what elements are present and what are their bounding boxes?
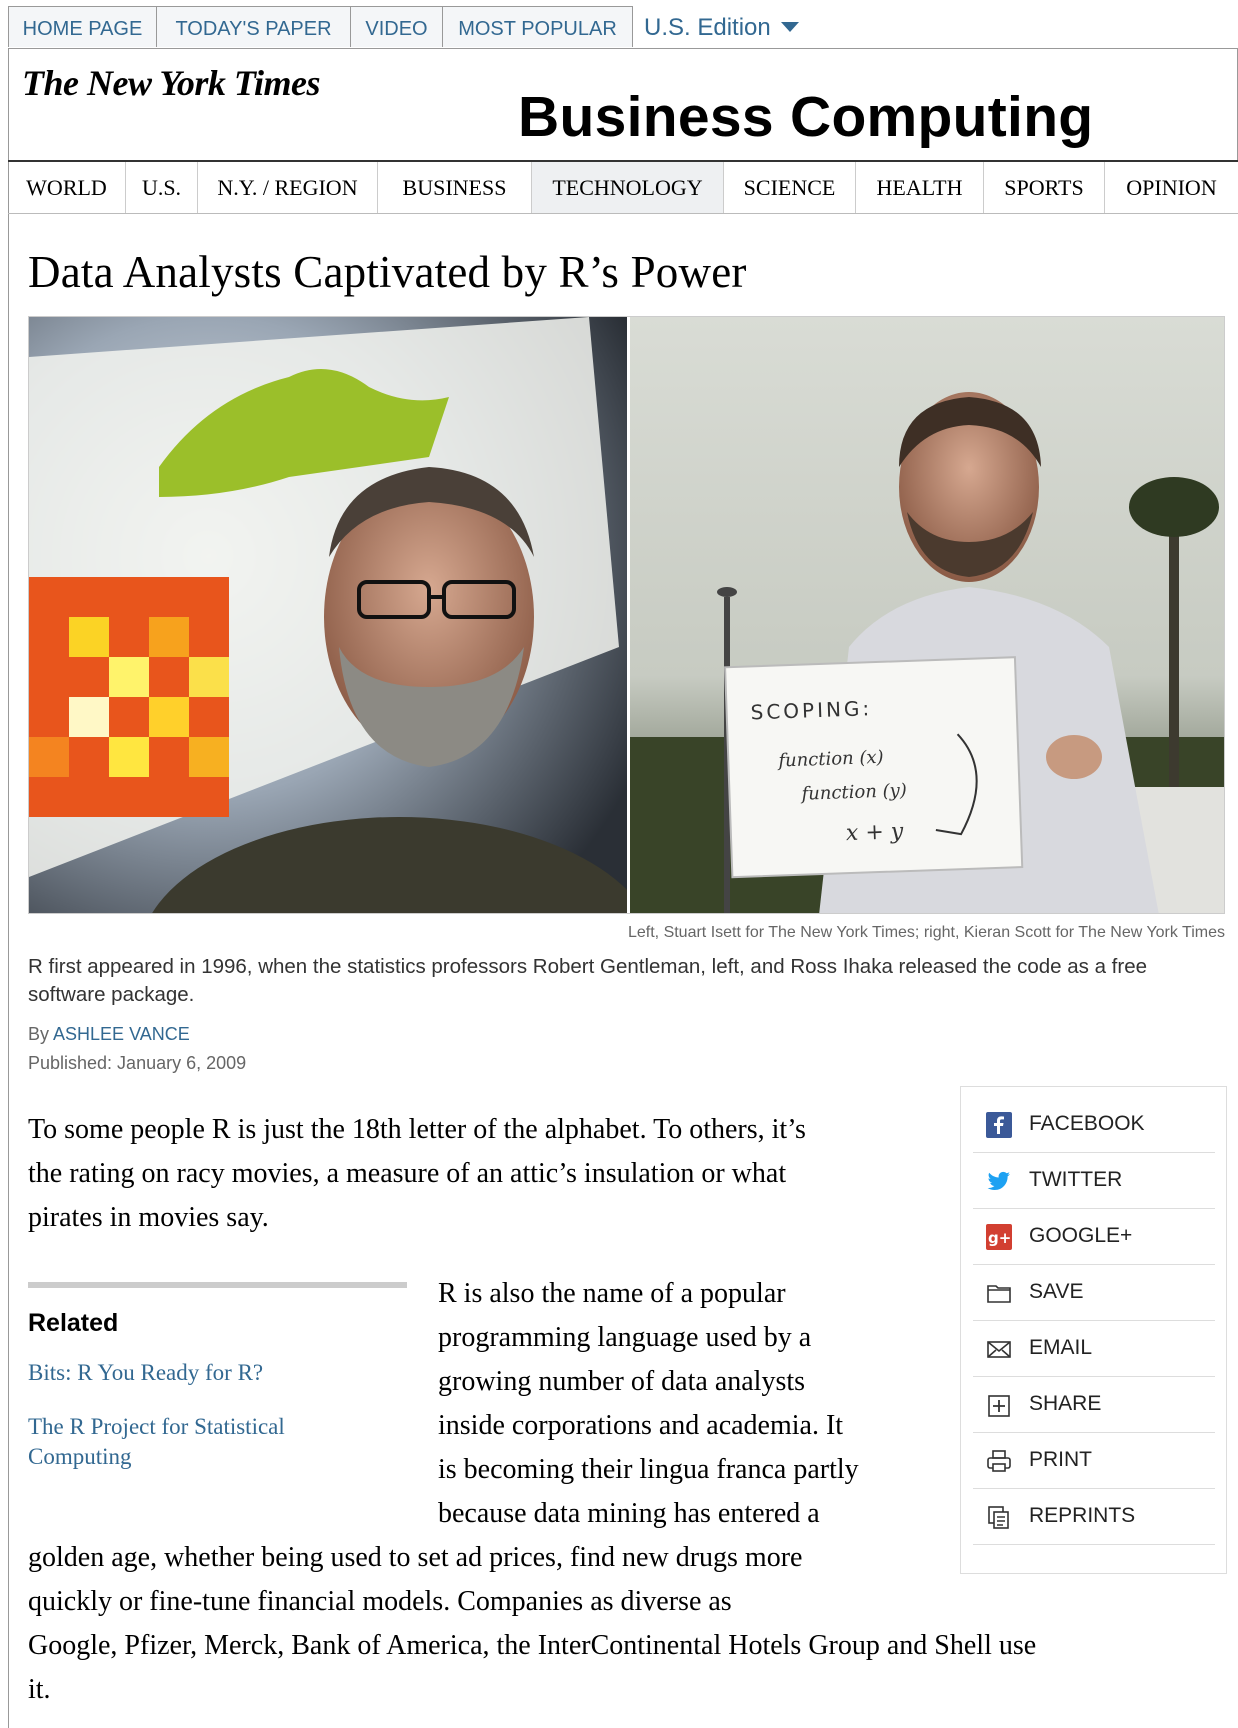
tab-home-page[interactable]: HOME PAGE bbox=[8, 6, 157, 47]
section-business[interactable]: BUSINESS bbox=[378, 162, 532, 213]
section-sports[interactable]: SPORTS bbox=[984, 162, 1105, 213]
paragraph-2-line: inside corporations and academia. It bbox=[438, 1410, 844, 1441]
paragraph-2-line: growing number of data analysts bbox=[438, 1366, 806, 1397]
whiteboard-line-1: function (x) bbox=[776, 747, 884, 772]
reprints-icon bbox=[988, 1506, 1009, 1529]
published-date: Published: January 6, 2009 bbox=[28, 1053, 247, 1073]
whiteboard-line-3: x + y bbox=[846, 819, 905, 846]
twitter-button[interactable]: TWITTER bbox=[973, 1153, 1215, 1209]
svg-text:g+: g+ bbox=[988, 1229, 1011, 1247]
palm-fronds bbox=[1129, 477, 1219, 537]
tab-todays-paper[interactable]: TODAY'S PAPER bbox=[156, 6, 351, 47]
related-heading: Related bbox=[28, 1309, 119, 1337]
paragraph-1-line: To some people R is just the 18th letter… bbox=[28, 1114, 806, 1145]
edition-label: U.S. Edition bbox=[644, 14, 771, 41]
print-label: PRINT bbox=[1029, 1448, 1092, 1471]
whiteboard-line-2: function (y) bbox=[799, 780, 907, 805]
tab-video[interactable]: VIDEO bbox=[350, 6, 443, 47]
share-tools: FACEBOOK TWITTER g+ GOOGLE+ SAVE EMAIL S… bbox=[960, 1086, 1227, 1574]
photo-caption: R first appeared in 1996, when the stati… bbox=[28, 955, 1148, 1006]
page-frame-left bbox=[8, 48, 9, 1728]
email-icon bbox=[987, 1341, 1011, 1358]
photo-credit: Left, Stuart Isett for The New York Time… bbox=[627, 924, 1225, 941]
google-plus-button[interactable]: g+ GOOGLE+ bbox=[973, 1209, 1215, 1265]
top-navigation: HOME PAGE TODAY'S PAPER VIDEO MOST POPUL… bbox=[8, 6, 1238, 49]
paragraph-2-line: quickly or fine-tune financial models. C… bbox=[28, 1586, 732, 1617]
article-photo: SCOPING: function (x) function (y) x + y bbox=[28, 316, 1225, 914]
paragraph-2-line: programming language used by a bbox=[438, 1322, 812, 1353]
section-science[interactable]: SCIENCE bbox=[724, 162, 856, 213]
section-health[interactable]: HEALTH bbox=[856, 162, 984, 213]
whiteboard: SCOPING: function (x) function (y) x + y bbox=[724, 656, 1024, 879]
save-label: SAVE bbox=[1029, 1280, 1084, 1303]
whiteboard-title: SCOPING: bbox=[750, 696, 872, 724]
print-button[interactable]: PRINT bbox=[973, 1433, 1215, 1489]
article-headline: Data Analysts Captivated by R’s Power bbox=[28, 247, 747, 297]
google-plus-icon: g+ bbox=[986, 1224, 1012, 1250]
section-world[interactable]: WORLD bbox=[8, 162, 126, 213]
byline: By ASHLEE VANCE bbox=[28, 1024, 190, 1045]
edition-selector[interactable]: U.S. Edition bbox=[644, 6, 799, 47]
caret-down-icon bbox=[780, 22, 799, 32]
share-icon bbox=[988, 1395, 1010, 1417]
man-right-hand bbox=[1046, 735, 1102, 779]
save-icon bbox=[987, 1285, 1011, 1303]
reprints-label: REPRINTS bbox=[1029, 1504, 1136, 1527]
section-navigation: WORLD U.S. N.Y. / REGION BUSINESS TECHNO… bbox=[8, 160, 1238, 214]
twitter-icon bbox=[987, 1171, 1010, 1190]
twitter-label: TWITTER bbox=[1029, 1168, 1123, 1191]
tab-most-popular[interactable]: MOST POPULAR bbox=[442, 6, 633, 47]
nyt-logo[interactable]: The New York Times bbox=[22, 62, 320, 104]
section-technology[interactable]: TECHNOLOGY bbox=[532, 162, 724, 213]
facebook-button[interactable]: FACEBOOK bbox=[973, 1097, 1215, 1153]
paragraph-2-line: is becoming their lingua franca partly bbox=[438, 1454, 859, 1485]
print-icon bbox=[987, 1450, 1011, 1472]
byline-prefix: By bbox=[28, 1024, 50, 1044]
related-divider bbox=[28, 1282, 407, 1288]
share-label: SHARE bbox=[1029, 1392, 1102, 1415]
paragraph-2-line: golden age, whether being used to set ad… bbox=[28, 1542, 803, 1573]
paragraph-2-line: R is also the name of a popular bbox=[438, 1278, 786, 1309]
heatmap-graphic bbox=[29, 577, 229, 817]
share-button[interactable]: SHARE bbox=[973, 1377, 1215, 1433]
google-plus-label: GOOGLE+ bbox=[1029, 1224, 1133, 1247]
facebook-label: FACEBOOK bbox=[1029, 1112, 1145, 1135]
reprints-button[interactable]: REPRINTS bbox=[973, 1489, 1215, 1545]
paragraph-1-line: the rating on racy movies, a measure of … bbox=[28, 1158, 787, 1189]
email-label: EMAIL bbox=[1029, 1336, 1093, 1359]
paragraph-2-line: because data mining has entered a bbox=[438, 1498, 820, 1529]
author-link[interactable]: ASHLEE VANCE bbox=[53, 1024, 190, 1044]
facebook-icon bbox=[986, 1112, 1012, 1138]
section-title: Business Computing bbox=[518, 85, 1094, 149]
related-link[interactable]: Bits: R You Ready for R? bbox=[28, 1358, 263, 1388]
section-us[interactable]: U.S. bbox=[126, 162, 198, 213]
paragraph-2-line: Google, Pfizer, Merck, Bank of America, … bbox=[28, 1630, 1037, 1661]
paragraph-2-line: it. bbox=[28, 1674, 51, 1705]
related-link[interactable]: The R Project for Statistical Computing bbox=[28, 1412, 358, 1472]
section-opinion[interactable]: OPINION bbox=[1105, 162, 1238, 213]
section-ny-region[interactable]: N.Y. / REGION bbox=[198, 162, 378, 213]
email-button[interactable]: EMAIL bbox=[973, 1321, 1215, 1377]
save-button[interactable]: SAVE bbox=[973, 1265, 1215, 1321]
paragraph-1-line: pirates in movies say. bbox=[28, 1202, 269, 1233]
